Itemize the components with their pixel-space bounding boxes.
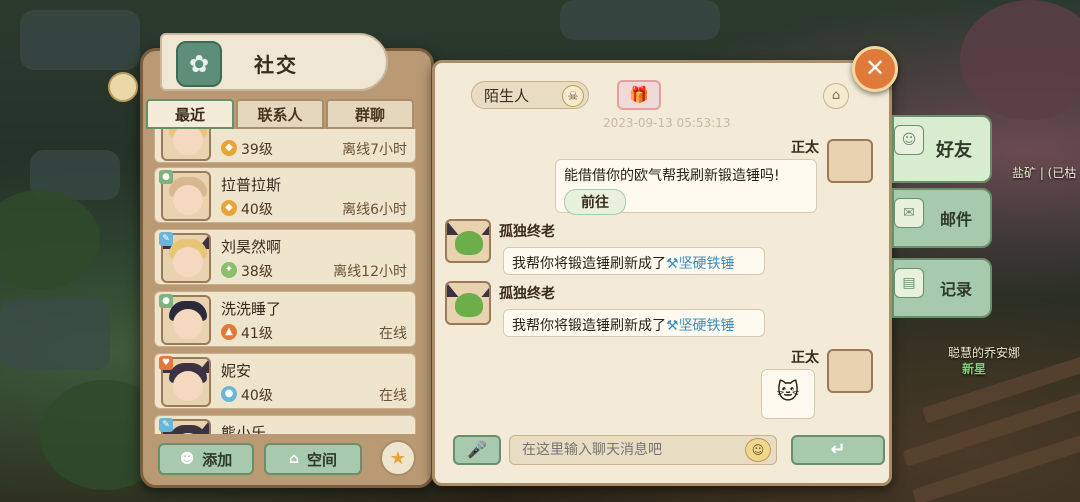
bush — [0, 190, 100, 290]
message-sender: 正太 — [791, 350, 819, 366]
send-button[interactable]: ↵ — [791, 435, 885, 465]
message-text: 我帮你将锻造锤刷新成了 — [512, 256, 666, 272]
list-item[interactable]: ✎ 刘昊然啊 ✦ 38级 离线12小时 — [154, 229, 416, 285]
friend-name: 拉普拉斯 — [221, 176, 282, 194]
friend-level: 39级 — [241, 142, 273, 158]
chat-bubble: 我帮你将锻造锤刷新成了⚒坚硬铁锤 — [503, 309, 765, 337]
space-button[interactable]: ⌂ 空间 — [264, 443, 362, 475]
chat-input[interactable] — [509, 435, 777, 465]
mail-icon: ✉ — [894, 198, 924, 228]
chat-target-label: 陌生人 — [484, 86, 530, 105]
ribbon-ornament — [108, 72, 138, 102]
skull-icon[interactable]: ☠ — [562, 85, 584, 107]
friend-status: 在线 — [379, 388, 407, 404]
friend-name: 洗洗睡了 — [221, 300, 282, 318]
location-label: 盐矿 | (已枯 — [1012, 166, 1077, 180]
npc-name[interactable]: 聪慧的乔安娜 — [948, 344, 1020, 361]
item-link[interactable]: 坚硬铁锤 — [679, 256, 735, 272]
social-emblem-icon: ✿ — [176, 41, 222, 87]
level-icon: ✦ — [221, 262, 237, 278]
social-header: ✿ 社交 — [160, 33, 388, 91]
emoji-icon[interactable]: ☺ — [745, 438, 771, 462]
message-text: 能借借你的欧气帮我刷新锻造锤吗! — [564, 168, 780, 184]
friend-level: 40级 — [241, 388, 273, 404]
avatar[interactable] — [445, 219, 491, 263]
list-item[interactable]: ● 洗洗睡了 ▲ 41级 在线 — [154, 291, 416, 347]
avatar[interactable] — [445, 281, 491, 325]
friend-status: 离线6小时 — [342, 202, 407, 218]
friend-name: 熊小乐 — [221, 424, 267, 434]
friend-badge-icon: ✎ — [159, 418, 173, 432]
add-friend-button[interactable]: ☻ 添加 — [158, 443, 254, 475]
chat-panel: 陌生人 ☠ 🎁 ⌂ 2023-09-13 05:53:13 正太 能借借你的欧气… — [432, 60, 892, 486]
space-label: 空间 — [307, 450, 338, 469]
social-tabs: 最近 联系人 群聊 — [146, 99, 416, 129]
gift-button[interactable]: 🎁 — [617, 80, 661, 110]
friend-level: 41级 — [241, 326, 273, 342]
side-tab-label: 好友 — [936, 140, 972, 161]
friends-icon: ☺ — [894, 125, 924, 155]
friend-list[interactable]: ◆ 39级 离线7小时 ● 拉普拉斯 ◆ 40级 离线6小时 ✎ 刘昊然啊 ✦ … — [150, 129, 420, 434]
friend-badge-icon: ● — [159, 170, 173, 184]
message-sender: 正太 — [791, 140, 819, 156]
social-bottom-bar: ☻ 添加 ⌂ 空间 ★ — [150, 440, 420, 480]
side-tab-records[interactable]: ▤ 记录 — [892, 258, 992, 318]
clear-chat-button[interactable]: ⌂ — [823, 83, 849, 109]
avatar — [161, 129, 211, 161]
item-link[interactable]: 坚硬铁锤 — [679, 318, 735, 334]
add-label: 添加 — [202, 450, 233, 469]
friend-status: 离线12小时 — [333, 264, 407, 280]
hammer-icon: ⚒ — [666, 256, 679, 272]
friend-name: 刘昊然啊 — [221, 238, 282, 256]
stone — [20, 10, 140, 70]
chat-target-tab[interactable]: 陌生人 ☠ — [471, 81, 589, 109]
friend-status: 离线7小时 — [342, 142, 407, 158]
blossom-tree — [960, 0, 1080, 120]
level-icon: ◆ — [221, 200, 237, 216]
close-icon[interactable]: ✕ — [852, 46, 898, 92]
side-tab-friends[interactable]: ☺ 好友 — [892, 115, 992, 183]
chat-bubble: 我帮你将锻造锤刷新成了⚒坚硬铁锤 — [503, 247, 765, 275]
avatar[interactable] — [827, 349, 873, 393]
friend-badge-icon: ♥ — [159, 356, 173, 370]
favorite-star-button[interactable]: ★ — [380, 440, 416, 476]
tab-recent[interactable]: 最近 — [146, 99, 234, 129]
friend-badge-icon: ● — [159, 294, 173, 308]
friend-status: 在线 — [379, 326, 407, 342]
message-sender: 孤独终老 — [499, 224, 555, 240]
friend-name: 妮安 — [221, 362, 252, 380]
message-text: 我帮你将锻造锤刷新成了 — [512, 318, 666, 334]
microphone-icon[interactable]: 🎤 — [453, 435, 501, 465]
npc-tag: 新星 — [962, 362, 987, 376]
house-icon: ⌂ — [288, 451, 299, 467]
friend-level: 38级 — [241, 264, 273, 280]
chat-bubble: 能借借你的欧气帮我刷新锻造锤吗! 前往 — [555, 159, 817, 215]
list-item[interactable]: ✎ 熊小乐 — [154, 415, 416, 434]
list-item[interactable]: ● 拉普拉斯 ◆ 40级 离线6小时 — [154, 167, 416, 223]
side-tab-label: 记录 — [939, 280, 972, 299]
message-sender: 孤独终老 — [499, 286, 555, 302]
stone — [560, 0, 720, 40]
tab-groups[interactable]: 群聊 — [326, 99, 414, 129]
stone — [0, 300, 110, 370]
chat-input-row: 🎤 ☺ ↵ — [453, 433, 887, 469]
tab-contacts[interactable]: 联系人 — [236, 99, 324, 129]
chat-timestamp: 2023-09-13 05:53:13 — [603, 116, 731, 130]
list-item[interactable]: ◆ 39级 离线7小时 — [154, 129, 416, 163]
panel-title: 社交 — [254, 53, 298, 77]
side-tab-mail[interactable]: ✉ 邮件 — [892, 188, 992, 248]
level-icon: ● — [221, 386, 237, 402]
hammer-icon: ⚒ — [666, 318, 679, 334]
side-tab-label: 邮件 — [939, 210, 972, 229]
level-icon: ▲ — [221, 324, 237, 340]
level-icon: ◆ — [221, 140, 237, 156]
records-icon: ▤ — [894, 268, 924, 298]
add-user-icon: ☻ — [179, 451, 195, 467]
goto-button[interactable]: 前往 — [564, 189, 626, 215]
list-item[interactable]: ♥ 妮安 ● 40级 在线 — [154, 353, 416, 409]
avatar[interactable] — [827, 139, 873, 183]
friend-level: 40级 — [241, 202, 273, 218]
cat-sticker-icon: 🐱 — [761, 369, 815, 419]
friend-badge-icon: ✎ — [159, 232, 173, 246]
